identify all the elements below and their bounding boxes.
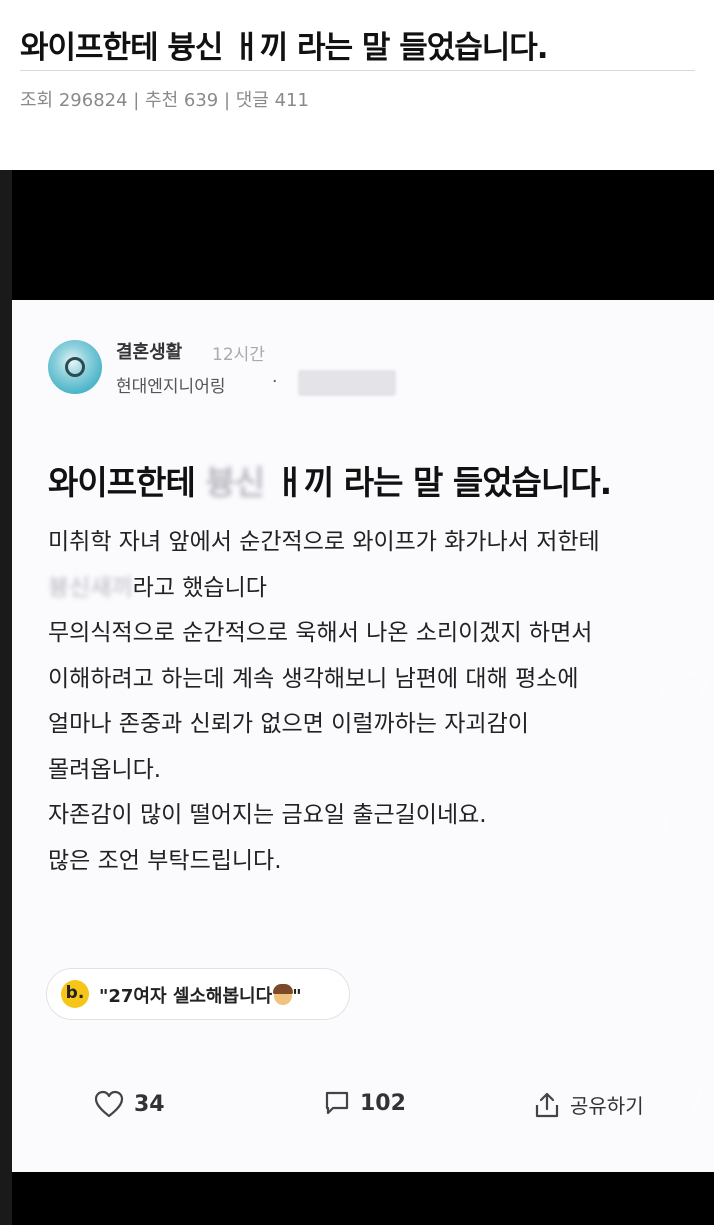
embedded-video-screenshot: 결혼생활 12시간 현대엔지니어링 · 와이프한테 븅신 ㅐ끼 라는 말 들었습… (0, 170, 714, 1225)
video-left-edge (0, 170, 12, 1225)
channel-name[interactable]: 결혼생활 (116, 338, 182, 364)
body-blurred-word: 븅신새끼 (48, 574, 133, 601)
overlay-comment-count: 25 (689, 875, 710, 894)
article-title: 와이프한테 븅신 ㅐ끼 라는 말 들었습니다. (48, 456, 612, 504)
like-count: 34 (134, 1091, 165, 1117)
post-title: 와이프한테 븅신 ㅐ끼 라는 말 들었습니다. (20, 30, 549, 66)
title-divider (20, 70, 695, 71)
post-time: 12시간 (212, 345, 265, 365)
person-emoji-icon (273, 984, 294, 1005)
post-header: 와이프한테 븅신 ㅐ끼 라는 말 들었습니다. 조회 296824 | 추천 6… (0, 0, 714, 170)
body-line: 무의식적으로 순간적으로 욱해서 나온 소리이겠지 하면서 (48, 620, 593, 646)
meta-separator: · (272, 372, 278, 392)
overlay-comment-icon[interactable] (658, 802, 708, 848)
share-button[interactable]: 공유하기 (534, 1090, 644, 1119)
related-post-pill[interactable]: b. "27여자 셀소해봅니다 " (46, 968, 350, 1020)
blind-logo-icon: b. (61, 980, 89, 1008)
share-label: 공유하기 (570, 1094, 644, 1118)
body-line: 자존감이 많이 떨어지는 금요일 출근길이네요. (48, 802, 487, 828)
article-title-blurred-suffix: ㅐ끼 (274, 463, 335, 502)
redacted-author (298, 370, 396, 396)
overlay-like-count: 1082 (669, 738, 710, 757)
body-line: 얼마나 존중과 신뢰가 없으면 이럴까하는 자괴감이 (48, 711, 529, 737)
article-title-prefix: 와이프한테 (48, 463, 196, 502)
heart-icon (94, 1090, 124, 1118)
overlay-repost-count: 39 (689, 1013, 710, 1032)
comment-count: 102 (360, 1090, 406, 1116)
overlay-share-count: 1,6? (676, 1154, 710, 1173)
share-icon (535, 1092, 559, 1117)
article-title-suffix: 라는 말 들었습니다. (343, 463, 612, 502)
overlay-send-icon[interactable] (658, 1078, 708, 1124)
body-line: 많은 조언 부탁드립니다. (48, 847, 282, 874)
related-post-title: "27여자 셀소해봅니다 " (99, 984, 302, 1007)
body-line: 미취학 자녀 앞에서 순간적으로 와이프가 화가나서 저한테 (48, 529, 600, 555)
channel-avatar[interactable] (48, 340, 102, 394)
body-line: 몰려옵니다. (48, 756, 162, 783)
like-button[interactable]: 34 (94, 1090, 165, 1118)
comment-icon (325, 1091, 349, 1115)
article-title-blurred: 븅신 (205, 463, 265, 502)
avatar-ring-icon (65, 357, 85, 377)
overlay-repost-icon[interactable] (658, 936, 708, 982)
author-company: 현대엔지니어링 (116, 377, 226, 397)
article-body: 미취학 자녀 앞에서 순간적으로 와이프가 화가나서 저한테 븅신새끼라고 했습… (48, 520, 688, 884)
comment-button[interactable]: 102 (324, 1090, 406, 1116)
body-line: 이해하려고 하는데 계속 생각해보니 남편에 대해 평소에 (48, 665, 579, 692)
post-card: 결혼생활 12시간 현대엔지니어링 · 와이프한테 븅신 ㅐ끼 라는 말 들었습… (12, 300, 714, 1172)
overlay-heart-icon[interactable] (658, 670, 708, 716)
body-line: 븅신새끼라고 했습니다 (48, 574, 267, 601)
post-stats: 조회 296824 | 추천 639 | 댓글 411 (20, 90, 309, 111)
